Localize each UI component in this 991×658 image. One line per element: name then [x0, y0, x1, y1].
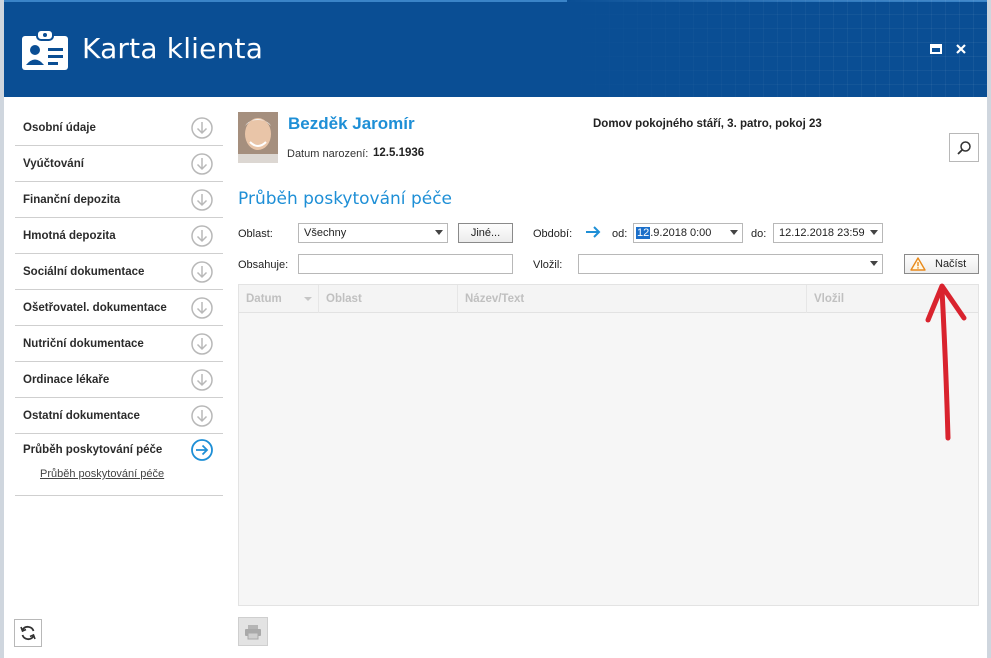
client-name: Bezděk Jaromír: [288, 114, 415, 133]
sidebar-item-label: Finanční depozita: [23, 193, 121, 206]
chevron-down-circle-icon: [191, 297, 213, 319]
obdobi-label: Období:: [533, 228, 573, 240]
chevron-down-circle-icon: [191, 369, 213, 391]
column-header-datum[interactable]: Datum: [239, 285, 319, 313]
window-frame-right: [987, 0, 991, 658]
sidebar-item-financni-depozita[interactable]: Finanční depozita: [15, 182, 223, 218]
sidebar-nav: Osobní údaje Vyúčtování Finanční depozit…: [15, 110, 223, 496]
sidebar-item-label: Ordinace lékaře: [23, 373, 110, 386]
column-header-label: Datum: [246, 293, 282, 305]
column-header-label: Název/Text: [465, 293, 525, 305]
vlozil-select[interactable]: [578, 254, 883, 274]
id-card-icon: [22, 29, 68, 70]
client-location: Domov pokojného stáří, 3. patro, pokoj 2…: [593, 118, 822, 130]
chevron-down-circle-icon: [191, 333, 213, 355]
sidebar-item-label: Průběh poskytování péče: [23, 444, 163, 456]
nacist-button[interactable]: Načíst: [904, 254, 979, 274]
dob-label: Datum narození:: [287, 148, 369, 160]
print-button[interactable]: [238, 617, 268, 646]
sort-desc-icon: [304, 297, 312, 301]
sidebar-subitem-label[interactable]: Průběh poskytování péče: [40, 468, 164, 480]
dob-value: 12.5.1936: [373, 147, 425, 159]
column-header-label: Oblast: [326, 293, 362, 305]
sidebar-item-hmotna-depozita[interactable]: Hmotná depozita: [15, 218, 223, 254]
chevron-down-circle-icon: [191, 261, 213, 283]
section-title: Průběh poskytování péče: [238, 189, 452, 209]
obsahuje-input[interactable]: [298, 254, 513, 274]
nacist-button-label: Načíst: [935, 258, 967, 270]
jine-button[interactable]: Jiné...: [458, 223, 513, 243]
header-pattern-fade: [567, 0, 987, 97]
oblast-select-value: Všechny: [304, 227, 347, 239]
sidebar-item-label: Osobní údaje: [23, 121, 96, 134]
do-date-value: 12.12.2018 23:59: [779, 227, 865, 239]
sidebar-subitem-prubeh-pece[interactable]: Průběh poskytování péče: [15, 466, 223, 496]
chevron-down-icon[interactable]: [870, 230, 878, 235]
chevron-down-circle-icon: [191, 153, 213, 175]
arrow-right-circle-icon: [191, 439, 213, 461]
sidebar-item-nutricni-dokumentace[interactable]: Nutriční dokumentace: [15, 326, 223, 362]
sidebar-item-label: Sociální dokumentace: [23, 265, 145, 278]
sidebar-item-osobni-udaje[interactable]: Osobní údaje: [15, 110, 223, 146]
warning-icon: [910, 257, 926, 271]
search-icon: [957, 140, 971, 155]
od-date-selected: 12: [636, 227, 651, 239]
grid-header: Datum Oblast Název/Text Vložil: [239, 285, 978, 313]
chevron-down-circle-icon: [191, 189, 213, 211]
window-title: Karta klienta: [82, 32, 264, 65]
client-photo: [238, 112, 278, 163]
window-header: Karta klienta: [4, 0, 987, 97]
sidebar-item-vyuctovani[interactable]: Vyúčtování: [15, 146, 223, 182]
chevron-down-icon[interactable]: [730, 230, 738, 235]
sidebar-item-osetrovatel-dokumentace[interactable]: Ošetřovatel. dokumentace: [15, 290, 223, 326]
printer-icon: [245, 624, 261, 639]
arrow-right-icon[interactable]: [585, 225, 601, 239]
vlozil-label: Vložil:: [533, 259, 563, 271]
sidebar-item-label: Ošetřovatel. dokumentace: [23, 301, 167, 314]
od-date-rest: .9.2018 0:00: [650, 227, 712, 239]
window-frame-left: [0, 0, 4, 658]
sidebar-item-label: Hmotná depozita: [23, 229, 116, 242]
chevron-down-circle-icon: [191, 405, 213, 427]
chevron-down-icon: [435, 230, 443, 235]
od-label: od:: [612, 228, 628, 240]
refresh-icon: [20, 625, 36, 641]
annotation-arrow: [925, 283, 967, 441]
od-date-field[interactable]: 12.9.2018 0:00: [633, 223, 743, 243]
records-grid[interactable]: Datum Oblast Název/Text Vložil: [238, 284, 979, 606]
do-date-field[interactable]: 12.12.2018 23:59: [773, 223, 883, 243]
sidebar-item-socialni-dokumentace[interactable]: Sociální dokumentace: [15, 254, 223, 290]
sidebar-item-prubeh-pece[interactable]: Průběh poskytování péče: [15, 434, 223, 466]
column-header-label: Vložil: [814, 293, 845, 305]
obsahuje-label: Obsahuje:: [238, 259, 289, 271]
oblast-select[interactable]: Všechny: [298, 223, 448, 243]
refresh-button[interactable]: [14, 619, 42, 647]
sidebar-item-label: Vyúčtování: [23, 157, 84, 170]
column-header-nazev-text[interactable]: Název/Text: [458, 285, 807, 313]
sidebar-item-label: Nutriční dokumentace: [23, 337, 144, 350]
oblast-label: Oblast:: [238, 228, 273, 240]
do-label: do:: [751, 228, 767, 240]
close-icon[interactable]: [954, 42, 968, 56]
maximize-icon[interactable]: [929, 42, 943, 56]
chevron-down-icon: [870, 261, 878, 266]
sidebar-item-ostatni-dokumentace[interactable]: Ostatní dokumentace: [15, 398, 223, 434]
chevron-down-circle-icon: [191, 117, 213, 139]
column-header-oblast[interactable]: Oblast: [319, 285, 458, 313]
sidebar-item-label: Ostatní dokumentace: [23, 409, 140, 422]
sidebar-item-ordinace-lekare[interactable]: Ordinace lékaře: [15, 362, 223, 398]
search-button[interactable]: [949, 133, 979, 162]
chevron-down-circle-icon: [191, 225, 213, 247]
